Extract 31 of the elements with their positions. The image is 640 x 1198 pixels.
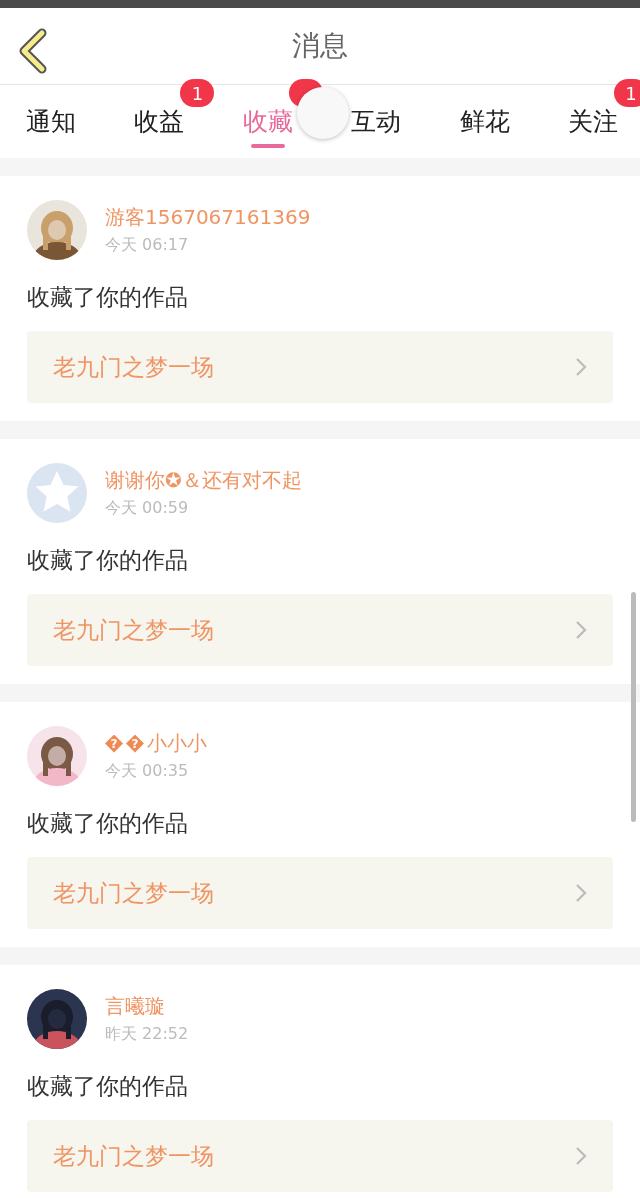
user-name[interactable]: 言曦璇 [105,993,165,1020]
tab[interactable]: 鲜花 [459,105,510,148]
tab[interactable]: 关注 [567,105,618,148]
count-badge: 1 [613,79,640,107]
message-time: 昨天 22:52 [105,1024,189,1045]
message-text: 收藏了你的作品 [27,546,189,575]
message-time: 今天 06:17 [105,235,190,256]
message-text: 收藏了你的作品 [27,809,189,838]
user-name[interactable]: 游客1567067161369 [105,204,311,231]
chevron-right-icon [575,357,587,377]
tab[interactable]: 通知 [26,105,76,148]
work-link[interactable]: 老九门之梦一场 [27,331,613,403]
unknown-character-mark: ? [126,734,144,753]
user-name[interactable]: 小小小 [147,730,207,757]
count-badge: 1 [180,79,215,107]
message-time: 今天 00:59 [105,498,190,519]
chevron-right-icon [575,1146,587,1166]
message-text: 收藏了你的作品 [27,1072,189,1101]
tab[interactable]: 收益 [134,105,185,148]
chevron-right-icon [575,620,587,640]
message-time: 今天 00:35 [105,761,190,782]
tab[interactable]: 收藏 [242,105,293,148]
unknown-character-mark: ? [105,734,123,753]
user-name[interactable]: 谢谢你✪＆还有对不起 [105,467,302,494]
work-link[interactable]: 老九门之梦一场 [27,594,613,666]
tab[interactable]: 互动 [351,105,402,148]
work-link[interactable]: 老九门之梦一场 [27,1120,613,1192]
work-link[interactable]: 老九门之梦一场 [27,857,613,929]
message-text: 收藏了你的作品 [27,283,189,312]
page-title: 消息 [292,28,348,64]
chevron-right-icon [575,883,587,903]
